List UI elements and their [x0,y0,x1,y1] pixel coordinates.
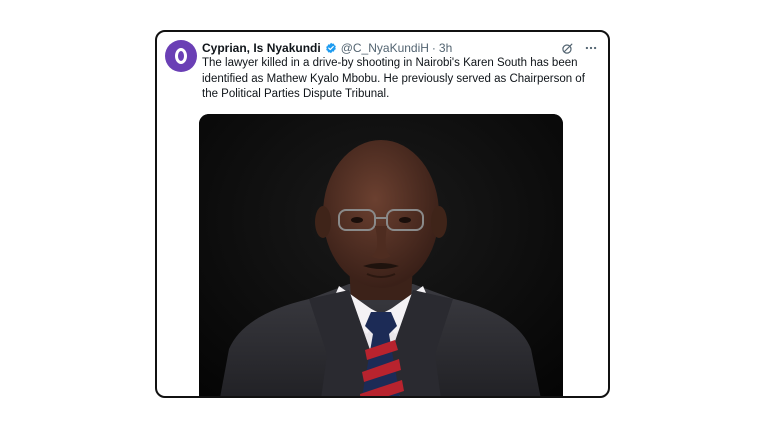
screenshot-stage: Cyprian, Is Nyakundi @C_NyaKundiH · 3h T… [0,0,768,432]
tweet-media-image[interactable] [199,114,563,396]
grok-icon[interactable] [560,41,574,55]
tweet-card[interactable]: Cyprian, Is Nyakundi @C_NyaKundiH · 3h T… [155,30,610,398]
portrait-photo [199,114,563,396]
timestamp[interactable]: 3h [439,41,452,55]
more-icon[interactable] [584,41,598,55]
avatar[interactable] [165,40,197,72]
header-actions [560,39,598,57]
avatar-logo-icon [175,48,187,64]
display-name[interactable]: Cyprian, Is Nyakundi [202,41,321,55]
tweet-text: The lawyer killed in a drive-by shooting… [202,57,585,100]
separator-dot: · [431,41,436,55]
verified-badge-icon [325,42,337,54]
tweet-header: Cyprian, Is Nyakundi @C_NyaKundiH · 3h [202,39,598,57]
user-handle[interactable]: @C_NyaKundiH [341,41,429,55]
